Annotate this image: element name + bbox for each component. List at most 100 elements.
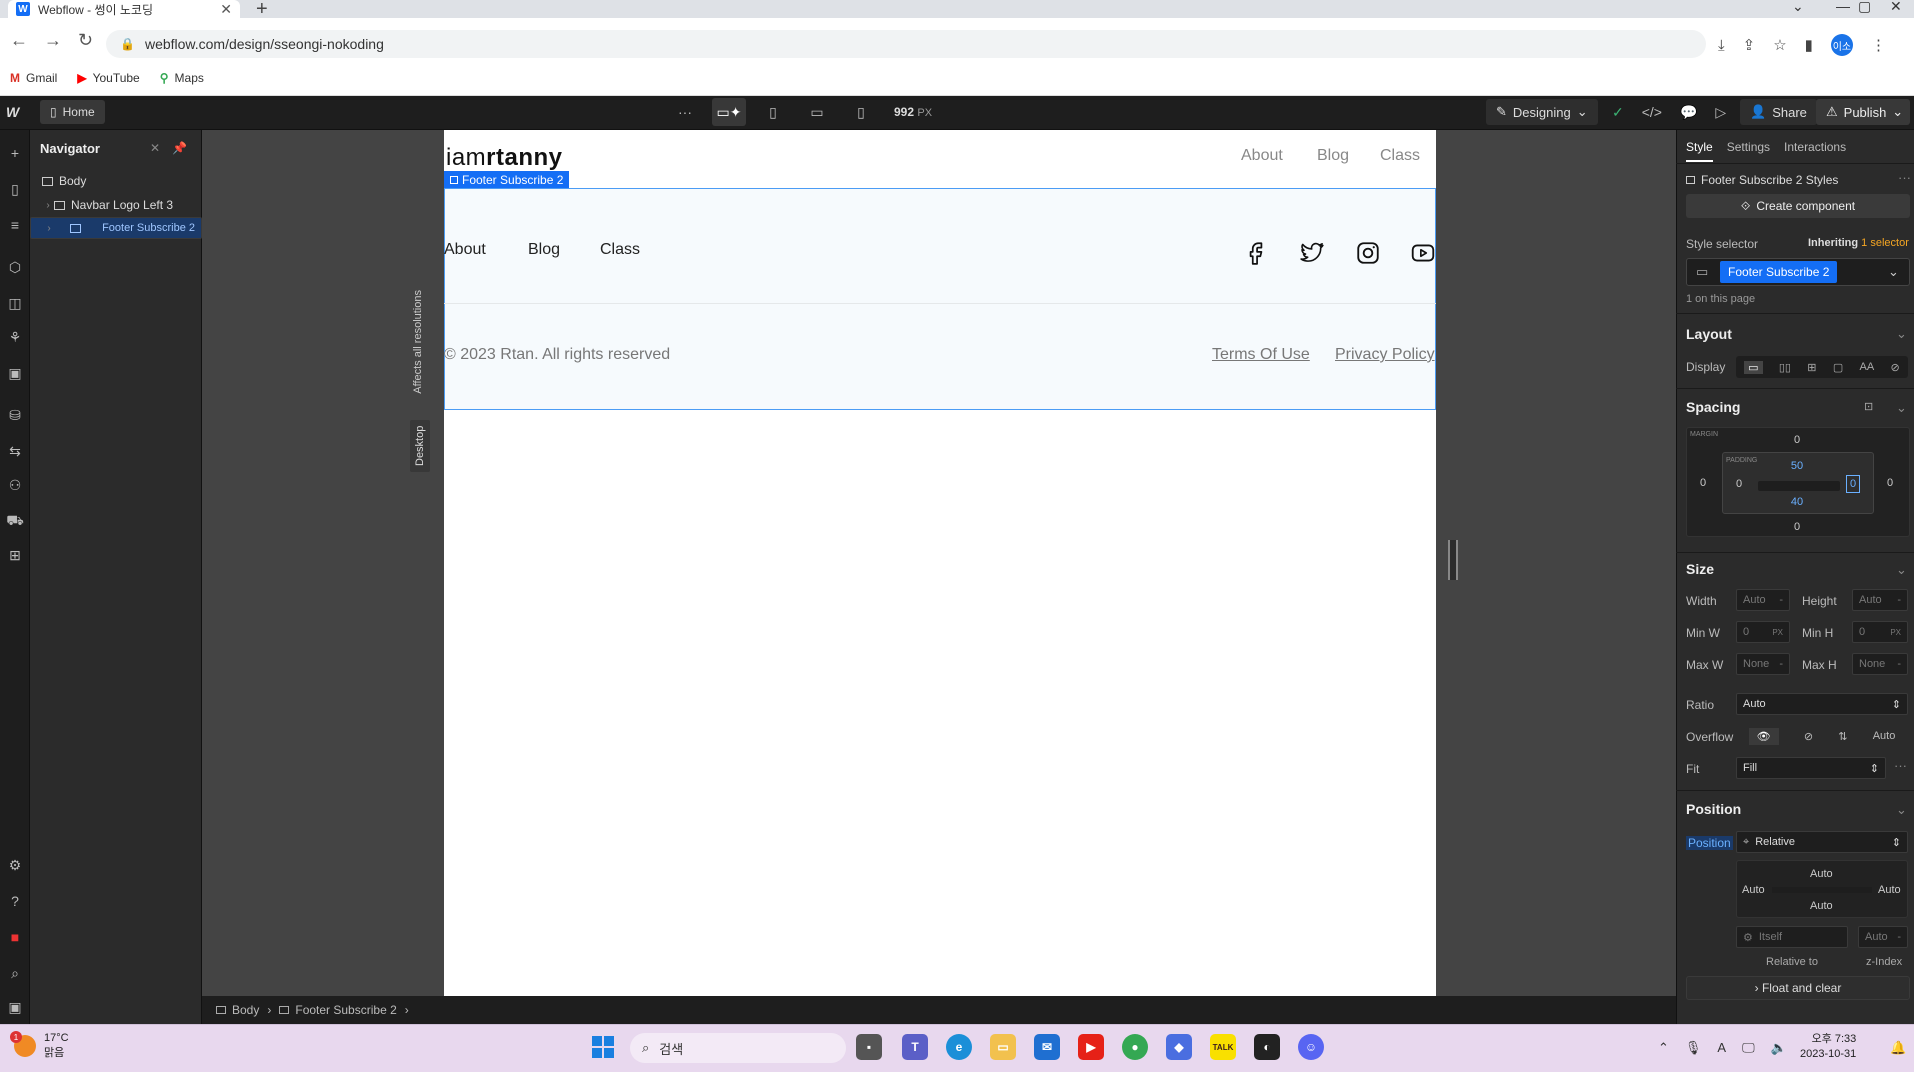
ime-icon[interactable]: A — [1717, 1040, 1726, 1056]
overflow-visible-icon[interactable]: 👁 — [1748, 727, 1779, 745]
preview-play-icon[interactable]: ▷ — [1715, 104, 1726, 121]
footer-link-blog[interactable]: Blog — [528, 241, 560, 259]
teams-icon[interactable]: T — [902, 1034, 928, 1060]
chevron-right-icon[interactable]: › — [43, 223, 55, 234]
chevron-down-icon[interactable]: ⌄ — [1896, 802, 1907, 818]
help-icon[interactable]: ? — [6, 892, 24, 910]
chevron-down-icon[interactable]: ⌄ — [1888, 264, 1899, 280]
lock-icon[interactable]: 🔒 — [120, 37, 135, 51]
overflow-scroll-icon[interactable]: ⇅ — [1838, 730, 1847, 743]
canvas-resize-handle[interactable] — [1448, 540, 1458, 580]
file-explorer-icon[interactable]: ▭ — [990, 1034, 1016, 1060]
navigator-item-footer[interactable]: › Footer Subscribe 2 — [30, 217, 202, 239]
app-icon[interactable]: ◆ — [1166, 1034, 1192, 1060]
comment-icon[interactable]: 💬 — [1680, 104, 1697, 121]
record-icon[interactable]: ■ — [6, 928, 24, 946]
margin-bottom-value[interactable]: 0 — [1787, 521, 1807, 533]
facebook-icon[interactable] — [1243, 240, 1269, 266]
nav-link-about[interactable]: About — [1241, 147, 1283, 165]
users-icon[interactable]: ⚇ — [6, 476, 24, 494]
size-heading[interactable]: Size — [1686, 561, 1714, 577]
display-grid-icon[interactable]: ⊞ — [1807, 361, 1816, 374]
nav-link-class[interactable]: Class — [1380, 147, 1420, 165]
site-logo[interactable]: iamrtanny — [446, 144, 563, 172]
desktop-breakpoint-icon[interactable]: ▭✦ — [712, 98, 746, 126]
spacing-options-icon[interactable]: ⊡ — [1864, 400, 1873, 413]
chevron-down-icon[interactable]: ⌄ — [1896, 400, 1907, 416]
variables-icon[interactable]: ⚘ — [6, 328, 24, 346]
terms-of-use-link[interactable]: Terms Of Use — [1212, 346, 1310, 364]
search-icon[interactable]: ⌕ — [6, 964, 24, 982]
navigator-item-navbar[interactable]: › Navbar Logo Left 3 — [30, 193, 202, 217]
components-icon[interactable]: ⬡ — [6, 258, 24, 276]
margin-top-value[interactable]: 0 — [1787, 434, 1807, 446]
create-component-button[interactable]: ⟐ Create component — [1686, 194, 1910, 218]
zindex-input[interactable]: Auto - — [1858, 926, 1908, 948]
navigator-icon[interactable]: ≡ — [6, 216, 24, 234]
display-inline-block-icon[interactable]: ▢ — [1833, 361, 1843, 374]
menu-icon[interactable]: ⋮ — [1871, 36, 1886, 54]
close-window-button[interactable]: ✕ — [1890, 0, 1902, 15]
close-tab-icon[interactable]: ✕ — [220, 1, 232, 18]
forward-icon[interactable]: → — [44, 30, 62, 51]
navigator-item-body[interactable]: Body — [30, 169, 202, 193]
height-input[interactable]: Auto - — [1852, 589, 1908, 611]
fit-select[interactable]: Fill ⇕ — [1736, 757, 1886, 779]
more-breakpoints-icon[interactable]: ··· — [668, 98, 702, 126]
notification-icon[interactable]: 🔔 — [1890, 1040, 1906, 1056]
width-input[interactable]: Auto - — [1736, 589, 1790, 611]
bookmark-gmail[interactable]: M Gmail — [10, 71, 57, 85]
instagram-icon[interactable] — [1355, 240, 1381, 266]
tab-settings[interactable]: Settings — [1727, 140, 1770, 154]
ecommerce-icon[interactable]: ⛟ — [6, 512, 24, 530]
chevron-down-icon[interactable]: ⌄ — [1896, 562, 1907, 578]
display-flex-icon[interactable]: ▯▯ — [1779, 361, 1791, 374]
selector-chip[interactable]: Footer Subscribe 2 — [1720, 261, 1838, 283]
kakaotalk-icon[interactable]: TALK — [1210, 1034, 1236, 1060]
assets-icon[interactable]: ▣ — [6, 364, 24, 382]
page-selector-button[interactable]: ▯ Home — [40, 100, 105, 124]
mode-dropdown[interactable]: ✎ Designing ⌄ — [1486, 99, 1598, 125]
mobile-portrait-breakpoint-icon[interactable]: ▯ — [844, 98, 878, 126]
add-elements-icon[interactable]: + — [6, 144, 24, 162]
youtube-app-icon[interactable]: ▶ — [1078, 1034, 1104, 1060]
maximize-button[interactable]: ▢ — [1858, 0, 1871, 15]
mail-icon[interactable]: ✉ — [1034, 1034, 1060, 1060]
tab-search-icon[interactable]: ⌄ — [1792, 0, 1804, 15]
position-select[interactable]: ⌖ Relative ⇕ — [1736, 831, 1908, 853]
float-and-clear-button[interactable]: › Float and clear — [1686, 976, 1910, 1000]
minimize-button[interactable]: — — [1836, 0, 1850, 14]
max-width-input[interactable]: None - — [1736, 653, 1790, 675]
tab-interactions[interactable]: Interactions — [1784, 140, 1846, 154]
url-input[interactable]: 🔒 webflow.com/design/sseongi-nokoding — [106, 30, 1706, 58]
margin-right-value[interactable]: 0 — [1880, 477, 1900, 489]
min-width-input[interactable]: 0 PX — [1736, 621, 1790, 643]
reload-icon[interactable]: ↻ — [78, 30, 93, 51]
taskbar-search-input[interactable]: ⌕ 검색 — [630, 1033, 846, 1063]
bookmark-star-icon[interactable]: ☆ — [1773, 36, 1786, 54]
position-bottom-value[interactable]: Auto — [1810, 900, 1833, 912]
spacing-heading[interactable]: Spacing — [1686, 399, 1740, 415]
webflow-logo-icon[interactable]: W — [6, 104, 19, 120]
nav-link-blog[interactable]: Blog — [1317, 147, 1349, 165]
share-button[interactable]: 👤 Share — [1740, 99, 1817, 125]
display-inline-icon[interactable]: AA — [1860, 361, 1875, 373]
position-top-value[interactable]: Auto — [1810, 868, 1833, 880]
profile-avatar[interactable]: 이소 — [1830, 34, 1853, 56]
settings-icon[interactable]: ⚙ — [6, 856, 24, 874]
ratio-select[interactable]: Auto ⇕ — [1736, 693, 1908, 715]
tablet-breakpoint-icon[interactable]: ▯ — [756, 98, 790, 126]
sidepanel-icon[interactable]: ▮ — [1805, 36, 1813, 54]
margin-left-value[interactable]: 0 — [1693, 477, 1713, 489]
taskbar-clock[interactable]: 오후 7:33 2023-10-31 — [1800, 1032, 1856, 1062]
padding-left-value[interactable]: 0 — [1729, 478, 1749, 490]
close-icon[interactable]: ✕ — [150, 141, 160, 155]
footer-link-class[interactable]: Class — [600, 241, 640, 259]
weather-widget[interactable]: 1 17°C 맑음 — [10, 1031, 69, 1060]
footer-link-about[interactable]: About — [444, 241, 486, 259]
cms-icon[interactable]: ⛁ — [6, 406, 24, 424]
game-app-icon[interactable]: ◐ — [1254, 1034, 1280, 1060]
bookmark-maps[interactable]: ⚲ Maps — [160, 71, 204, 85]
chevron-down-icon[interactable]: ⌄ — [1896, 326, 1907, 342]
display-block-icon[interactable]: ▭ — [1744, 360, 1763, 374]
